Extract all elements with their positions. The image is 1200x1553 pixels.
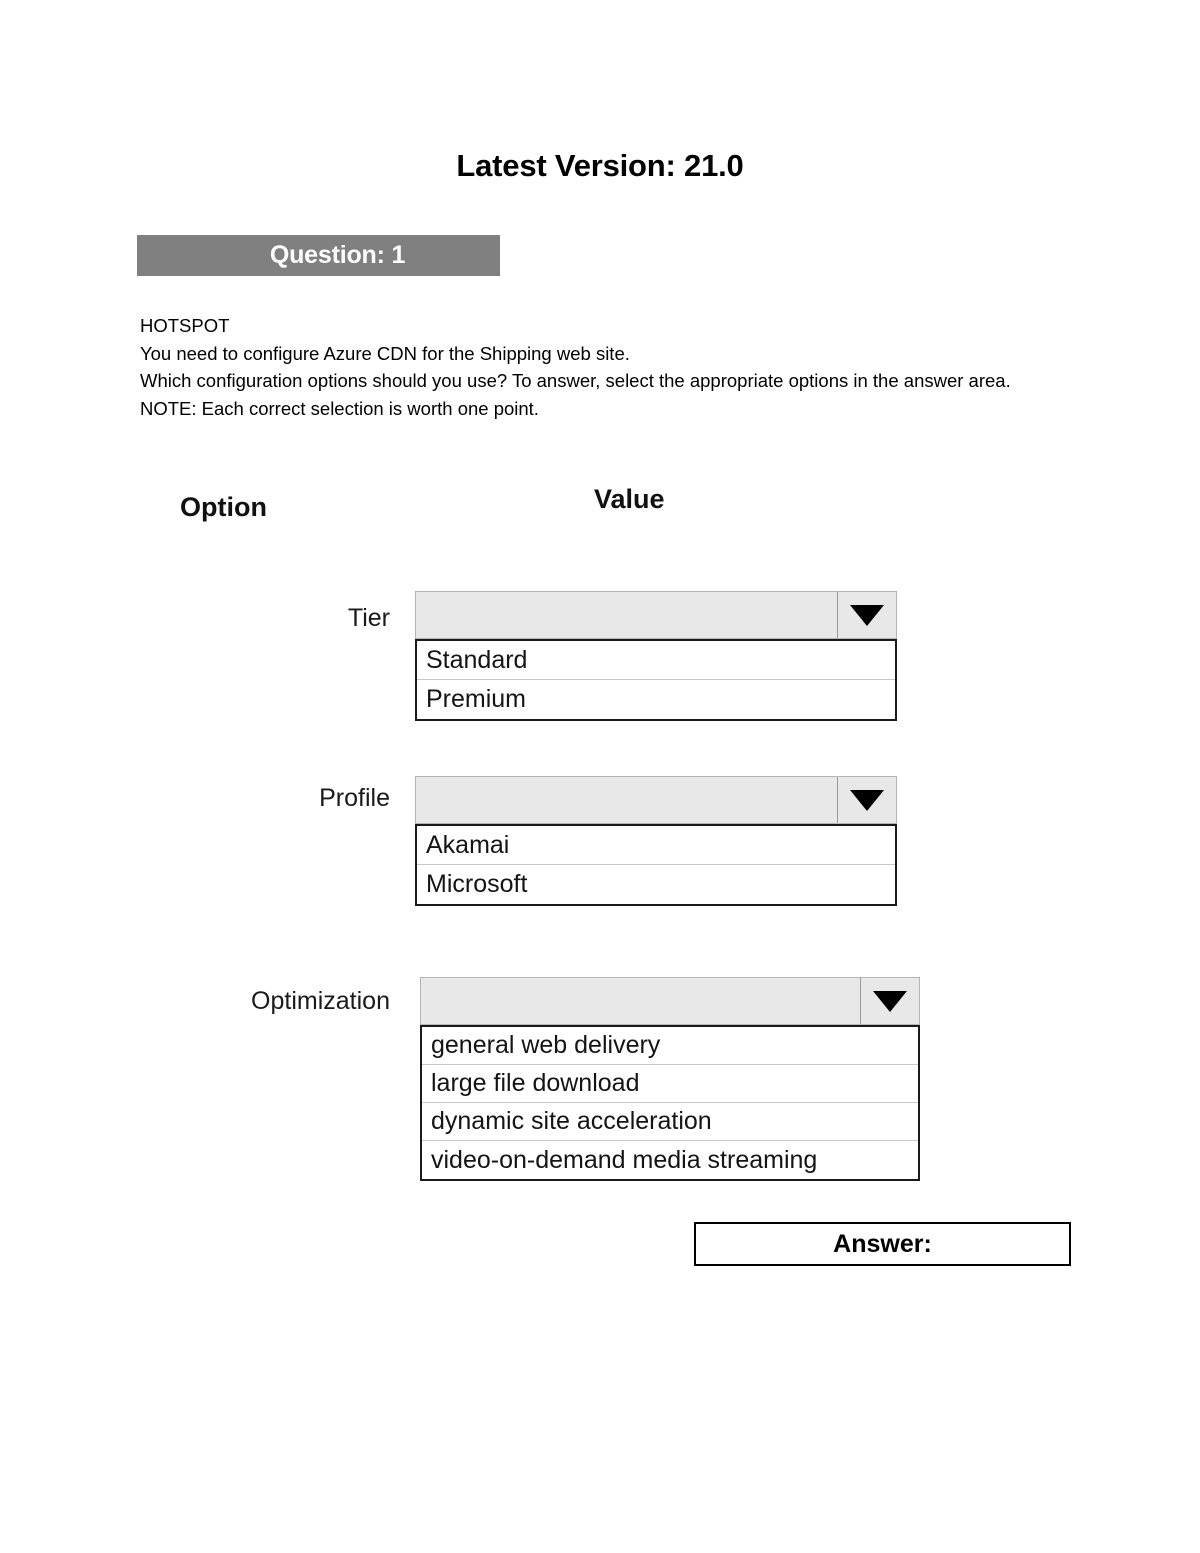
chevron-down-icon bbox=[873, 990, 907, 1012]
dropdown-tier-toggle-button[interactable] bbox=[837, 592, 896, 638]
column-header-option: Option bbox=[180, 492, 267, 522]
dropdown-profile-selected-value bbox=[416, 777, 837, 823]
row-label-profile: Profile bbox=[319, 784, 390, 812]
list-item[interactable]: video-on-demand media streaming bbox=[422, 1141, 918, 1179]
dropdown-tier-selected-value bbox=[416, 592, 837, 638]
list-item[interactable]: Microsoft bbox=[417, 865, 895, 904]
hotspot-answer-area: Option Value Tier Standard Premium Profi… bbox=[0, 0, 1200, 1553]
dropdown-optimization-option-list[interactable]: general web delivery large file download… bbox=[420, 1025, 920, 1181]
dropdown-optimization-toggle-button[interactable] bbox=[860, 978, 919, 1024]
column-header-value: Value bbox=[594, 484, 665, 514]
list-item[interactable]: Standard bbox=[417, 641, 895, 680]
question-banner: Question: 1 bbox=[137, 235, 500, 276]
list-item[interactable]: large file download bbox=[422, 1065, 918, 1103]
dropdown-tier-option-list[interactable]: Standard Premium bbox=[415, 639, 897, 721]
list-item[interactable]: general web delivery bbox=[422, 1027, 918, 1065]
list-item[interactable]: Premium bbox=[417, 680, 895, 719]
list-item[interactable]: Akamai bbox=[417, 826, 895, 865]
question-line-prompt: Which configuration options should you u… bbox=[140, 370, 1011, 391]
dropdown-tier-control[interactable] bbox=[415, 591, 897, 639]
dropdown-optimization[interactable]: general web delivery large file download… bbox=[420, 977, 920, 1181]
chevron-down-icon bbox=[850, 789, 884, 811]
row-label-optimization: Optimization bbox=[251, 987, 390, 1015]
question-body: HOTSPOT You need to configure Azure CDN … bbox=[140, 312, 1040, 422]
question-banner-label: Question: 1 bbox=[269, 241, 406, 269]
dropdown-optimization-selected-value bbox=[421, 978, 860, 1024]
list-item[interactable]: dynamic site acceleration bbox=[422, 1103, 918, 1141]
dropdown-optimization-control[interactable] bbox=[420, 977, 920, 1025]
dropdown-profile-option-list[interactable]: Akamai Microsoft bbox=[415, 824, 897, 906]
question-line-hotspot: HOTSPOT bbox=[140, 315, 230, 336]
question-line-scenario: You need to configure Azure CDN for the … bbox=[140, 342, 630, 364]
answer-box: Answer: bbox=[694, 1222, 1071, 1266]
answer-label: Answer: bbox=[833, 1229, 932, 1258]
page-title: Latest Version: 21.0 bbox=[456, 148, 744, 183]
dropdown-profile-toggle-button[interactable] bbox=[837, 777, 896, 823]
question-line-note: NOTE: Each correct selection is worth on… bbox=[140, 397, 539, 419]
dropdown-profile[interactable]: Akamai Microsoft bbox=[415, 776, 897, 906]
chevron-down-icon bbox=[850, 604, 884, 626]
dropdown-profile-control[interactable] bbox=[415, 776, 897, 824]
row-label-tier: Tier bbox=[347, 604, 390, 632]
dropdown-tier[interactable]: Standard Premium bbox=[415, 591, 897, 721]
document-page: Latest Version: 21.0 Question: 1 HOTSPOT… bbox=[0, 0, 1200, 1553]
